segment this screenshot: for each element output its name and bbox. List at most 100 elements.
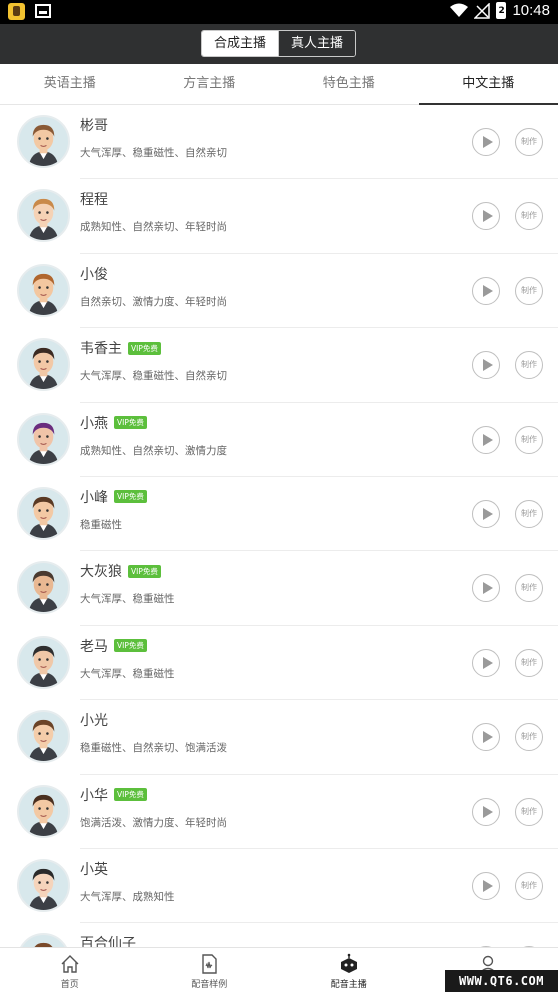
anchor-avatar bbox=[17, 710, 70, 764]
nav-home-label: 首页 bbox=[60, 980, 79, 990]
anchor-name: 小英 bbox=[80, 861, 108, 878]
anchor-name: 小燕 bbox=[80, 415, 108, 432]
anchor-avatar bbox=[17, 338, 70, 392]
make-button[interactable]: 制作 bbox=[515, 574, 543, 603]
make-button[interactable]: 制作 bbox=[515, 871, 543, 900]
anchor-description: 稳重磁性 bbox=[80, 518, 122, 531]
anchor-name: 小峰 bbox=[80, 489, 108, 506]
vip-free-badge: VIP免费 bbox=[114, 416, 147, 430]
play-icon[interactable] bbox=[472, 351, 500, 380]
make-button[interactable]: 制作 bbox=[515, 128, 543, 156]
segment-human-anchor[interactable]: 真人主播 bbox=[278, 31, 355, 56]
status-bar: 2 10:48 bbox=[0, 0, 558, 24]
play-icon[interactable] bbox=[472, 499, 500, 528]
make-button[interactable]: 制作 bbox=[515, 351, 543, 380]
make-button[interactable]: 制作 bbox=[515, 499, 543, 528]
anchor-avatar bbox=[17, 263, 70, 317]
make-button[interactable]: 制作 bbox=[515, 797, 543, 826]
anchor-row[interactable]: 彬哥 大气浑厚、稳重磁性、自然亲切 制作 bbox=[0, 105, 558, 180]
play-icon[interactable] bbox=[472, 648, 500, 677]
anchor-name-line: 小俊 bbox=[80, 264, 108, 284]
top-bar: 合成主播 真人主播 bbox=[0, 24, 558, 64]
anchor-row[interactable]: 小英 大气浑厚、成熟知性 制作 bbox=[0, 849, 558, 924]
anchor-avatar bbox=[17, 561, 70, 615]
anchor-row[interactable]: 韦香主 VIP免费大气浑厚、稳重磁性、自然亲切 制作 bbox=[0, 328, 558, 403]
sample-file-icon bbox=[202, 954, 217, 974]
anchor-name-line: 韦香主 VIP免费 bbox=[80, 338, 161, 358]
category-tabs: 英语主播 方言主播 特色主播 中文主播 bbox=[0, 64, 558, 105]
vip-free-badge: VIP免费 bbox=[128, 341, 161, 355]
segment-synthetic-anchor[interactable]: 合成主播 bbox=[202, 31, 278, 56]
anchor-robot-icon bbox=[340, 953, 357, 973]
anchor-name-line: 彬哥 bbox=[80, 115, 108, 135]
wifi-icon bbox=[450, 3, 469, 17]
make-button[interactable]: 制作 bbox=[515, 425, 543, 454]
anchor-description: 成熟知性、自然亲切、激情力度 bbox=[80, 444, 227, 457]
anchor-avatar bbox=[17, 933, 70, 947]
nav-samples-label: 配音样例 bbox=[191, 980, 228, 990]
play-icon[interactable] bbox=[472, 128, 500, 156]
tab-english-anchor[interactable]: 英语主播 bbox=[0, 64, 140, 104]
no-signal-icon bbox=[474, 2, 491, 19]
anchor-row[interactable]: 小光 稳重磁性、自然亲切、饱满活泼 制作 bbox=[0, 700, 558, 775]
anchor-row[interactable]: 老马 VIP免费大气浑厚、稳重磁性 制作 bbox=[0, 626, 558, 701]
play-icon[interactable] bbox=[472, 425, 500, 454]
anchor-name: 韦香主 bbox=[80, 341, 122, 358]
play-icon[interactable] bbox=[472, 723, 500, 752]
anchor-avatar bbox=[17, 486, 70, 540]
screenshot-notification-icon bbox=[35, 4, 51, 18]
app-notification-icon bbox=[8, 3, 25, 20]
anchor-description: 饱满活泼、激情力度、年轻时尚 bbox=[80, 816, 227, 829]
make-button[interactable]: 制作 bbox=[515, 276, 543, 305]
anchor-avatar bbox=[17, 189, 70, 243]
anchor-name-line: 小燕 VIP免费 bbox=[80, 413, 147, 433]
anchor-row[interactable]: 小俊自然亲切、激情力度、年轻时尚 制作 bbox=[0, 254, 558, 329]
vip-free-badge: VIP免费 bbox=[114, 490, 147, 504]
tab-chinese-anchor[interactable]: 中文主播 bbox=[418, 64, 558, 105]
vip-free-badge: VIP免费 bbox=[128, 564, 161, 578]
anchor-name: 小华 bbox=[80, 787, 108, 804]
anchor-type-segment: 合成主播 真人主播 bbox=[201, 30, 356, 57]
anchor-name: 小俊 bbox=[80, 266, 108, 283]
anchor-avatar bbox=[17, 635, 70, 689]
play-icon[interactable] bbox=[472, 871, 500, 900]
anchor-description: 大气浑厚、稳重磁性、自然亲切 bbox=[80, 370, 227, 383]
anchor-name: 百合仙子 bbox=[80, 936, 136, 947]
make-button[interactable]: 制作 bbox=[515, 202, 543, 231]
tab-dialect-anchor[interactable]: 方言主播 bbox=[140, 64, 280, 104]
anchor-row[interactable]: 小燕 VIP免费成熟知性、自然亲切、激情力度 制作 bbox=[0, 403, 558, 477]
anchor-name: 程程 bbox=[80, 192, 108, 209]
anchor-name: 老马 bbox=[80, 638, 108, 655]
anchor-description: 大气浑厚、稳重磁性 bbox=[80, 667, 175, 680]
anchor-name-line: 大灰狼 VIP免费 bbox=[80, 561, 161, 581]
make-button[interactable]: 制作 bbox=[515, 648, 543, 677]
anchor-name: 彬哥 bbox=[80, 118, 108, 134]
anchor-row[interactable]: 百合仙子制作 bbox=[0, 923, 558, 947]
anchor-avatar bbox=[17, 784, 70, 838]
tab-special-anchor[interactable]: 特色主播 bbox=[279, 64, 419, 104]
anchor-row[interactable]: 小峰 VIP免费稳重磁性 制作 bbox=[0, 477, 558, 552]
site-watermark: WWW.QT6.COM bbox=[445, 970, 558, 992]
play-icon[interactable] bbox=[472, 574, 500, 603]
nav-samples[interactable]: 配音样例 bbox=[140, 948, 280, 992]
home-icon bbox=[61, 955, 79, 973]
anchor-avatar bbox=[17, 858, 70, 912]
vip-free-badge: VIP免费 bbox=[114, 639, 147, 653]
anchor-list[interactable]: 彬哥 大气浑厚、稳重磁性、自然亲切 制作 程程 成熟知性、自然亲切、年轻时尚 制作 小俊 自然… bbox=[0, 105, 558, 947]
make-button[interactable]: 制作 bbox=[515, 723, 543, 752]
play-icon[interactable] bbox=[472, 276, 500, 305]
nav-anchors[interactable]: 配音主播 bbox=[279, 948, 419, 992]
anchor-name-line: 程程 bbox=[80, 189, 108, 209]
anchor-row[interactable]: 大灰狼 VIP免费 大气浑厚、稳重磁性 制作 bbox=[0, 551, 558, 626]
vip-free-badge: VIP免费 bbox=[114, 788, 147, 802]
play-icon[interactable] bbox=[472, 202, 500, 231]
anchor-row[interactable]: 小华 VIP免费饱满活泼、激情力度、年轻时尚 制作 bbox=[0, 775, 558, 849]
play-icon[interactable] bbox=[472, 797, 500, 826]
anchor-name-line: 老马 VIP免费 bbox=[80, 636, 147, 656]
anchor-row[interactable]: 程程 成熟知性、自然亲切、年轻时尚 制作 bbox=[0, 179, 558, 254]
nav-home[interactable]: 首页 bbox=[0, 948, 140, 992]
anchor-description: 自然亲切、激情力度、年轻时尚 bbox=[80, 295, 227, 308]
nav-anchors-label: 配音主播 bbox=[330, 980, 367, 990]
anchor-description: 稳重磁性、自然亲切、饱满活泼 bbox=[80, 742, 227, 755]
anchor-name-line: 小峰 VIP免费 bbox=[80, 487, 147, 507]
